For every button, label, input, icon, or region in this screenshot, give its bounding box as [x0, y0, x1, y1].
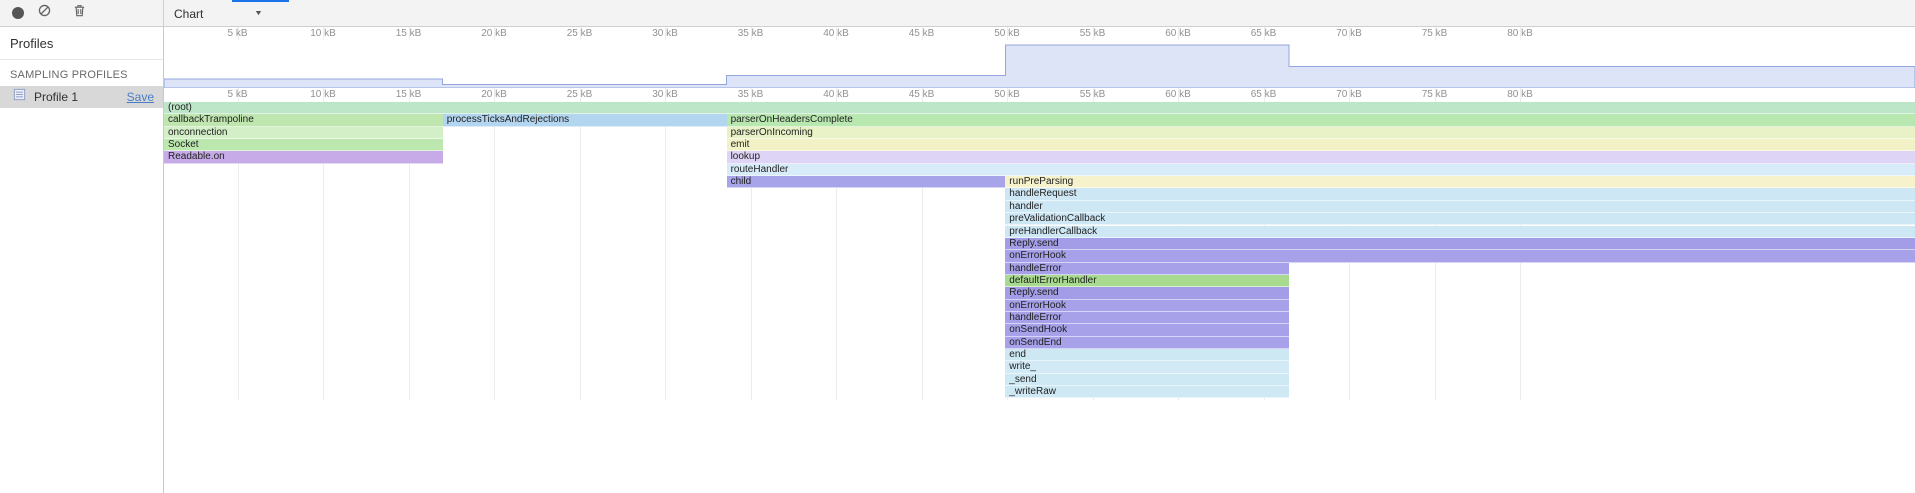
flame-frame[interactable]: onSendEnd — [1005, 337, 1289, 349]
flame-frame[interactable]: handleError — [1005, 263, 1289, 275]
view-mode-select[interactable]: Chart ▼ — [168, 2, 268, 25]
circle-slash-icon — [37, 3, 52, 23]
ruler-tick-label: 65 kB — [1251, 28, 1277, 39]
profile-name: Profile 1 — [34, 90, 78, 104]
ruler-tick-label: 50 kB — [994, 28, 1020, 39]
flame-frame[interactable]: onErrorHook — [1005, 250, 1915, 262]
flame-frame[interactable]: Reply.send — [1005, 287, 1289, 299]
flame-frame[interactable]: callbackTrampoline — [164, 114, 443, 126]
ruler-tick-label: 70 kB — [1336, 89, 1362, 100]
chart-gridline — [665, 102, 666, 400]
flame-frame[interactable]: onSendHook — [1005, 324, 1289, 336]
ruler-tick-label: 75 kB — [1422, 89, 1448, 100]
ruler-tick-label: 5 kB — [228, 89, 248, 100]
heap-overview-minimap[interactable] — [164, 40, 1915, 88]
ruler-tick-label: 60 kB — [1165, 28, 1191, 39]
flame-frame[interactable]: Reply.send — [1005, 238, 1915, 250]
ruler-tick-label: 45 kB — [909, 89, 935, 100]
ruler-tick-label: 65 kB — [1251, 89, 1277, 100]
ruler-tick-label: 75 kB — [1422, 28, 1448, 39]
flame-frame[interactable]: _send — [1005, 374, 1289, 386]
record-icon — [12, 7, 24, 19]
flame-frame[interactable]: Socket — [164, 139, 443, 151]
ruler-tick-label: 40 kB — [823, 28, 849, 39]
profiler-toolbar: Chart ▼ — [0, 0, 1915, 27]
profile-list-item[interactable]: Profile 1 Save — [0, 86, 163, 108]
delete-profile-button[interactable] — [66, 0, 93, 26]
toolbar-separator — [163, 0, 164, 26]
flame-frame[interactable]: routeHandler — [727, 164, 1915, 176]
flame-frame[interactable]: _writeRaw — [1005, 386, 1289, 398]
flame-frame[interactable]: (root) — [164, 102, 1915, 114]
record-button[interactable] — [4, 0, 31, 26]
flame-frame[interactable]: onErrorHook — [1005, 300, 1289, 312]
overview-ruler: 5 kB 10 kB 15 kB 20 kB 25 kB 30 kB 35 kB 40 kB 4… — [164, 27, 1915, 40]
save-profile-link[interactable]: Save — [127, 90, 154, 104]
clear-profiles-button[interactable] — [31, 0, 58, 26]
flame-frame[interactable]: child — [727, 176, 1006, 188]
chart-gridline — [494, 102, 495, 400]
ruler-tick-label: 20 kB — [481, 89, 507, 100]
chart-gridline — [580, 102, 581, 400]
ruler-tick-label: 15 kB — [396, 89, 422, 100]
trash-icon — [72, 3, 87, 23]
ruler-tick-label: 10 kB — [310, 89, 336, 100]
flame-chart-ruler: 5 kB 10 kB 15 kB 20 kB 25 kB 30 kB 35 kB 40 kB 4… — [164, 88, 1915, 102]
flame-frame[interactable]: preHandlerCallback — [1005, 226, 1915, 238]
ruler-tick-label: 70 kB — [1336, 28, 1362, 39]
ruler-tick-label: 20 kB — [481, 28, 507, 39]
flame-frame[interactable]: parserOnIncoming — [727, 127, 1915, 139]
ruler-tick-label: 10 kB — [310, 28, 336, 39]
ruler-tick-label: 25 kB — [567, 28, 593, 39]
flame-frame[interactable]: write_ — [1005, 361, 1289, 373]
ruler-tick-label: 30 kB — [652, 89, 678, 100]
chevron-down-icon: ▼ — [254, 10, 263, 17]
ruler-tick-label: 15 kB — [396, 28, 422, 39]
flame-frame[interactable]: preValidationCallback — [1005, 213, 1915, 225]
flame-frame[interactable]: handleRequest — [1005, 188, 1915, 200]
profiles-title: Profiles — [0, 27, 163, 60]
flame-frame[interactable]: handleError — [1005, 312, 1289, 324]
ruler-tick-label: 30 kB — [652, 28, 678, 39]
flame-chart: (root)callbackTrampolineprocessTicksAndR… — [164, 102, 1915, 493]
ruler-tick-label: 55 kB — [1080, 28, 1106, 39]
ruler-tick-label: 25 kB — [567, 89, 593, 100]
profile-icon — [12, 87, 27, 107]
flame-chart-pane: 5 kB 10 kB 15 kB 20 kB 25 kB 30 kB 35 kB 40 kB 4… — [164, 27, 1915, 493]
ruler-tick-label: 5 kB — [228, 28, 248, 39]
ruler-tick-label: 80 kB — [1507, 89, 1533, 100]
sampling-profiles-section-label: SAMPLING PROFILES — [0, 60, 163, 86]
overview-area-chart — [164, 40, 1915, 88]
ruler-tick-label: 60 kB — [1165, 89, 1191, 100]
flame-frame[interactable]: Readable.on — [164, 151, 443, 163]
ruler-tick-label: 55 kB — [1080, 89, 1106, 100]
ruler-tick-label: 35 kB — [738, 28, 764, 39]
flame-frame[interactable]: lookup — [727, 151, 1915, 163]
flame-frame[interactable]: emit — [727, 139, 1915, 151]
ruler-tick-label: 35 kB — [738, 89, 764, 100]
ruler-tick-label: 50 kB — [994, 89, 1020, 100]
flame-frame[interactable]: defaultErrorHandler — [1005, 275, 1289, 287]
flame-frame[interactable]: handler — [1005, 201, 1915, 213]
ruler-tick-label: 40 kB — [823, 89, 849, 100]
flame-frame[interactable]: onconnection — [164, 127, 443, 139]
ruler-tick-label: 80 kB — [1507, 28, 1533, 39]
flame-frame[interactable]: parserOnHeadersComplete — [727, 114, 1915, 126]
ruler-tick-label: 45 kB — [909, 28, 935, 39]
flame-frame[interactable]: end — [1005, 349, 1289, 361]
profiles-sidebar: Profiles SAMPLING PROFILES Profile 1 Sav… — [0, 27, 164, 493]
flame-frame[interactable]: processTicksAndRejections — [443, 114, 727, 126]
flame-frame[interactable]: runPreParsing — [1005, 176, 1915, 188]
view-mode-value: Chart — [174, 7, 203, 21]
